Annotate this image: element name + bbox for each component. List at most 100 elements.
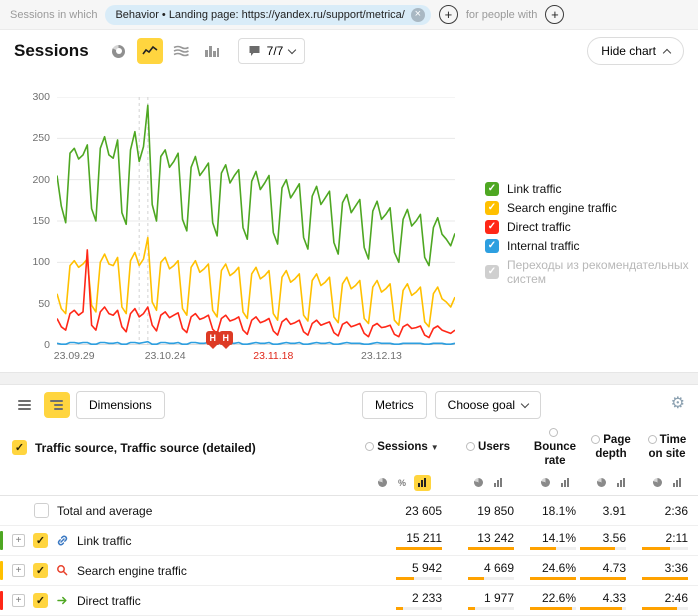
line-chart-view-button[interactable] xyxy=(137,38,163,64)
bars-display-icon[interactable] xyxy=(557,475,574,491)
hide-chart-button[interactable]: Hide chart xyxy=(587,37,684,65)
note-pin[interactable]: Н xyxy=(219,331,233,345)
annotations-count-label: 7/7 xyxy=(267,44,284,58)
metric-value: 22.6% xyxy=(542,591,576,605)
row-checkbox[interactable]: ✓ xyxy=(33,533,48,548)
metric-value: 3.91 xyxy=(603,504,626,518)
display-type-switcher: % xyxy=(352,475,452,491)
row-label[interactable]: Search engine traffic xyxy=(77,564,187,578)
chart-legend: ✓ Link traffic ✓Search engine traffic ✓Dire… xyxy=(485,182,698,291)
bars-display-icon[interactable] xyxy=(669,475,686,491)
column-header-time-on-site[interactable]: Time on site xyxy=(636,432,698,464)
chip-close-icon[interactable]: × xyxy=(411,8,425,22)
metric-cell: 24.6% xyxy=(524,561,586,580)
add-segment-button[interactable]: + xyxy=(439,5,458,24)
choose-goal-button[interactable]: Choose goal xyxy=(435,391,541,419)
metric-cell: 2:46 xyxy=(636,591,698,610)
hide-chart-label: Hide chart xyxy=(601,44,656,58)
metrics-button[interactable]: Metrics xyxy=(362,391,427,419)
metrics-group: Metrics Choose goal xyxy=(362,391,541,419)
legend-checkbox[interactable]: ✓ xyxy=(485,182,499,196)
display-type-switcher xyxy=(636,475,698,491)
table-row-total: Total and average23 60519 85018.1%3.912:… xyxy=(0,496,698,526)
report-toolbar: Dimensions Metrics Choose goal ⚙ xyxy=(0,385,698,425)
note-pin[interactable]: Н xyxy=(206,331,220,345)
row-checkbox[interactable]: ✓ xyxy=(33,563,48,578)
select-all-checkbox[interactable]: ✓ xyxy=(12,440,27,455)
pie-display-icon[interactable] xyxy=(470,475,487,491)
expand-row-button[interactable]: + xyxy=(12,594,25,607)
dimensions-button[interactable]: Dimensions xyxy=(76,391,165,419)
page-title: Sessions xyxy=(14,41,89,61)
total-row-label: Total and average xyxy=(57,504,152,518)
legend-item[interactable]: ✓ Internal traffic xyxy=(485,239,698,253)
metric-bar-fill xyxy=(580,547,615,550)
metric-cell: 3:36 xyxy=(636,561,698,580)
pie-chart-icon xyxy=(112,45,125,58)
metric-bar-fill xyxy=(396,547,442,550)
pie-display-icon[interactable] xyxy=(374,475,391,491)
x-axis-label: 23.11.18 xyxy=(253,350,293,362)
legend-item[interactable]: ✓ Link traffic xyxy=(485,182,698,196)
metric-value: 14.1% xyxy=(542,531,576,545)
legend-checkbox[interactable]: ✓ xyxy=(485,220,499,234)
metric-cell: 14.1% xyxy=(524,531,586,550)
expand-row-button[interactable]: + xyxy=(12,564,25,577)
stacked-area-view-button[interactable] xyxy=(168,38,194,64)
line-chart-icon xyxy=(142,45,158,57)
row-checkbox[interactable]: ✓ xyxy=(33,593,48,608)
tree-view-button[interactable] xyxy=(44,392,70,418)
legend-item[interactable]: ✓Direct traffic xyxy=(485,220,698,234)
link-icon xyxy=(56,534,69,547)
pie-display-icon[interactable] xyxy=(593,475,610,491)
legend-checkbox[interactable]: ✓ xyxy=(485,265,499,279)
column-header-page-depth[interactable]: Page depth xyxy=(586,432,636,464)
mini-bars-icon xyxy=(673,478,681,487)
column-header-sessions[interactable]: Sessions▼ xyxy=(352,439,452,457)
row-label[interactable]: Link traffic xyxy=(77,534,131,548)
bars-display-icon[interactable] xyxy=(490,475,507,491)
expand-row-button[interactable]: + xyxy=(12,534,25,547)
metric-value: 3.56 xyxy=(603,531,626,545)
flat-list-view-button[interactable] xyxy=(12,392,38,418)
percent-display-icon[interactable]: % xyxy=(394,475,411,491)
pie-display-icon[interactable] xyxy=(649,475,666,491)
metric-bar xyxy=(580,547,626,550)
legend-checkbox[interactable]: ✓ xyxy=(485,201,499,215)
bars-display-icon[interactable] xyxy=(613,475,630,491)
annotations-selector-button[interactable]: 7/7 xyxy=(238,38,306,64)
metric-bar xyxy=(468,577,514,580)
pie-chart-view-button[interactable] xyxy=(106,38,132,64)
y-axis-label: 0 xyxy=(14,339,50,351)
metric-value: 23 605 xyxy=(405,504,442,518)
row-label[interactable]: Direct traffic xyxy=(77,594,141,608)
section-divider xyxy=(0,372,698,385)
metric-cell: 2 233 xyxy=(352,591,452,610)
pie-display-icon[interactable] xyxy=(537,475,554,491)
legend-item[interactable]: ✓ Переходы из рекомендательных систем xyxy=(485,258,698,286)
settings-gear-icon[interactable]: ⚙ xyxy=(671,396,685,412)
mini-bars-icon xyxy=(418,478,426,487)
legend-label: Link traffic xyxy=(507,182,561,196)
series-color-strip xyxy=(0,561,3,580)
metric-bar xyxy=(530,547,576,550)
legend-item[interactable]: ✓Search engine traffic xyxy=(485,201,698,215)
column-header-users[interactable]: Users xyxy=(452,439,524,457)
segment-chip[interactable]: Behavior • Landing page: https://yandex.… xyxy=(105,5,430,25)
column-header-bounce-rate[interactable]: Bounce rate xyxy=(524,425,586,470)
direct-icon xyxy=(56,594,69,607)
legend-label: Internal traffic xyxy=(507,239,579,253)
metric-bar-fill xyxy=(580,577,626,580)
column-chart-view-button[interactable] xyxy=(199,38,225,64)
y-axis-label: 300 xyxy=(14,91,50,103)
total-row-checkbox[interactable] xyxy=(34,503,49,518)
legend-label: Переходы из рекомендательных систем xyxy=(507,258,698,286)
add-people-filter-button[interactable]: + xyxy=(545,5,564,24)
metric-cell: 3.56 xyxy=(586,531,636,550)
metric-bar xyxy=(396,547,442,550)
bars-display-icon[interactable] xyxy=(414,475,431,491)
mini-pie-icon xyxy=(541,478,550,487)
metric-value: 15 211 xyxy=(406,531,442,545)
table-row: +✓Link traffic15 21113 24214.1%3.562:11 xyxy=(0,526,698,556)
legend-checkbox[interactable]: ✓ xyxy=(485,239,499,253)
